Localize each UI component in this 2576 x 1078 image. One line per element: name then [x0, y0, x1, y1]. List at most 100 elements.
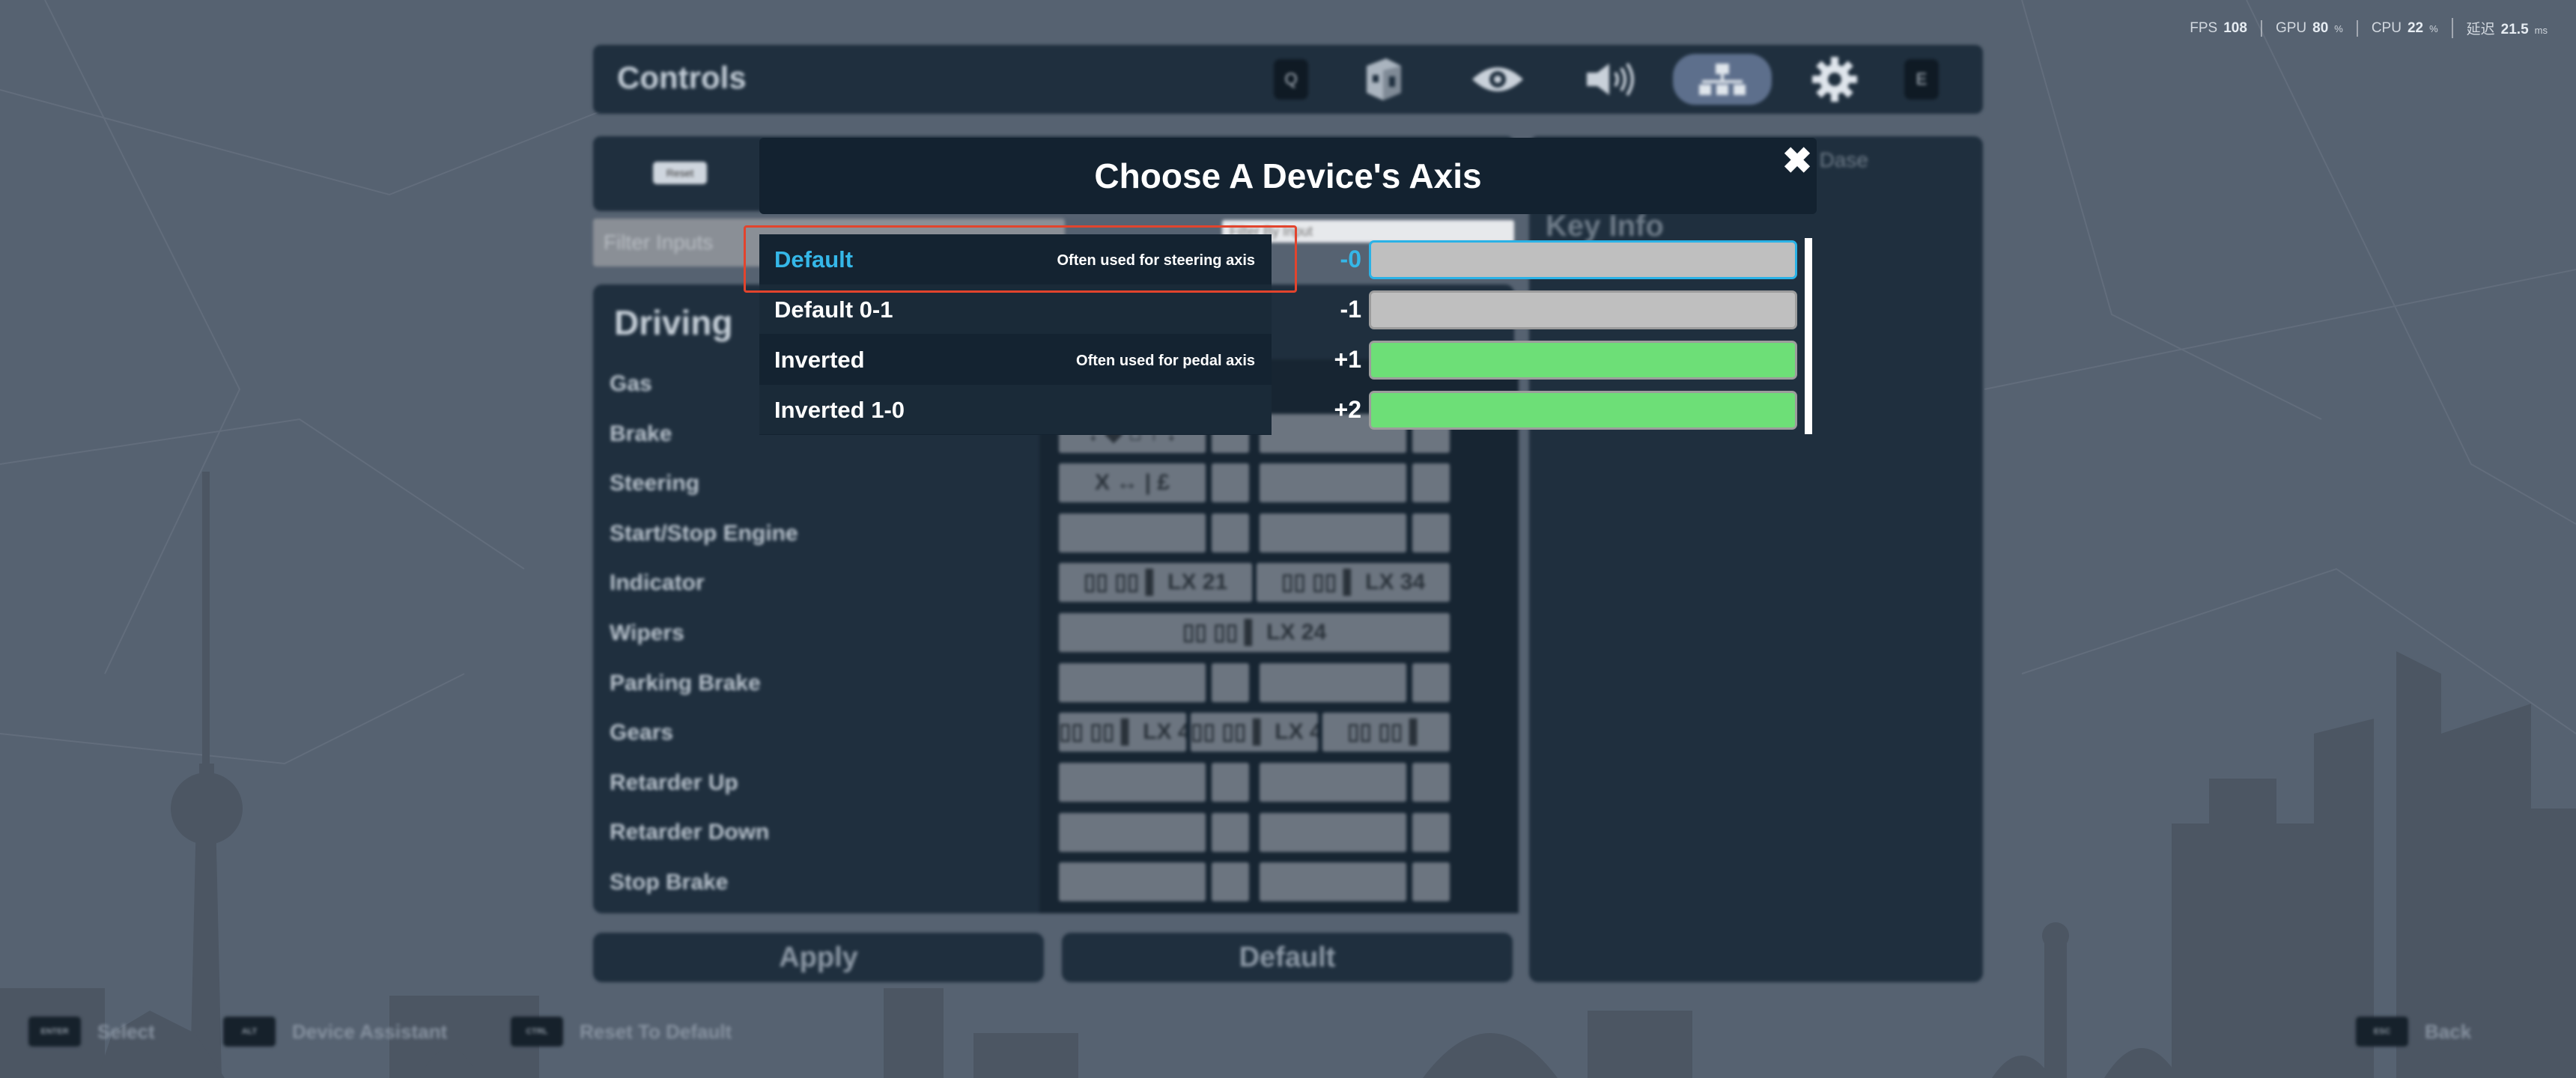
- window-title: Controls: [617, 60, 747, 95]
- alt-key-icon: ALT: [223, 1017, 276, 1047]
- action-indicator[interactable]: Indicator: [593, 558, 1042, 609]
- axis-value: -1: [1340, 296, 1361, 323]
- binding-parking-mod[interactable]: [1212, 663, 1249, 702]
- axis-value: +1: [1334, 346, 1361, 373]
- speaker-icon: [1587, 62, 1634, 97]
- binding-stop-secondary[interactable]: [1260, 862, 1406, 901]
- axis-dialog-header: Choose A Device's Axis: [759, 138, 1817, 214]
- binding-retdown-primary[interactable]: [1059, 813, 1206, 852]
- hint-select[interactable]: ENTER Select: [28, 1017, 155, 1047]
- axis-option-inverted-1-0[interactable]: Inverted 1-0: [759, 385, 1272, 434]
- dialog-scrollbar[interactable]: [1805, 238, 1812, 434]
- binding-parking-secondary[interactable]: [1260, 663, 1406, 702]
- action-gears[interactable]: Gears: [593, 708, 1042, 758]
- action-wipers[interactable]: Wipers: [593, 609, 1042, 659]
- action-stop-brake[interactable]: Stop Brake: [593, 858, 1042, 908]
- action-retarder-up[interactable]: Retarder Up: [593, 758, 1042, 808]
- binding-row-indicator: ▯▯ ▯▯ ▌ LX 21 ▯▯ ▯▯ ▌ LX 34: [1059, 563, 1450, 602]
- binding-retdown-mod2[interactable]: [1412, 813, 1450, 852]
- dialog-title: Choose A Device's Axis: [1094, 156, 1482, 195]
- hint-back-label: Back: [2425, 1020, 2472, 1043]
- reset-key-chip[interactable]: Reset: [653, 162, 707, 184]
- binding-start-secondary[interactable]: [1260, 514, 1406, 552]
- binding-retdown-secondary[interactable]: [1260, 813, 1406, 852]
- default-button[interactable]: Default: [1062, 933, 1513, 982]
- action-steering[interactable]: Steering: [593, 459, 1042, 509]
- binding-indicator-b[interactable]: ▯▯ ▯▯ ▌ LX 34: [1257, 563, 1450, 602]
- binding-retup-mod[interactable]: [1212, 763, 1249, 802]
- binding-parking-primary[interactable]: [1059, 663, 1206, 702]
- eye-icon: [1472, 67, 1523, 91]
- q-key-icon: Q: [1274, 59, 1308, 100]
- binding-steering-secondary[interactable]: [1260, 463, 1406, 502]
- binding-stop-mod[interactable]: [1212, 862, 1249, 901]
- option-name: Inverted 1-0: [774, 397, 905, 423]
- binding-retup-secondary[interactable]: [1260, 763, 1406, 802]
- binding-retup-mod2[interactable]: [1412, 763, 1450, 802]
- hint-reset-default[interactable]: CTRL Reset To Default: [511, 1017, 732, 1047]
- ctrl-key-icon: CTRL: [511, 1017, 563, 1047]
- tab-device[interactable]: [1357, 54, 1409, 105]
- latency-readout: 延迟 21.5 ms: [2451, 18, 2561, 38]
- bindings-column: ↓ ◆ ⌂ ↑ ↓ X ↔ | £ ▯▯ ▯▯ ▌ LX 21 ▯▯ ▯▯ ▌ …: [1039, 359, 1519, 913]
- hint-device-assistant[interactable]: ALT Device Assistant: [223, 1017, 447, 1047]
- option-name: Default 0-1: [774, 296, 893, 323]
- binding-start-mod2[interactable]: [1412, 514, 1450, 552]
- e-key-icon: E: [1904, 59, 1939, 100]
- binding-steering-mod[interactable]: [1212, 463, 1249, 502]
- binding-stop-primary[interactable]: [1059, 862, 1206, 901]
- tab-prev-q[interactable]: Q: [1270, 54, 1312, 105]
- controller-device-icon: [1367, 58, 1401, 100]
- axis-level-bar: [1369, 290, 1797, 329]
- hint-reset-default-label: Reset To Default: [580, 1020, 732, 1043]
- binding-row-start-stop: [1059, 514, 1450, 552]
- axis-option-inverted[interactable]: Inverted Often used for pedal axis: [759, 335, 1272, 384]
- binding-row-stop-brake: [1059, 862, 1450, 901]
- hint-device-assistant-label: Device Assistant: [292, 1020, 448, 1043]
- binding-stop-mod2[interactable]: [1412, 862, 1450, 901]
- binding-start-primary[interactable]: [1059, 514, 1206, 552]
- enter-key-icon: ENTER: [28, 1017, 81, 1047]
- axis-value-row-default: -0: [1272, 235, 1805, 284]
- binding-parking-mod2[interactable]: [1412, 663, 1450, 702]
- tab-controls[interactable]: [1673, 54, 1772, 105]
- action-retarder-down[interactable]: Retarder Down: [593, 808, 1042, 858]
- binding-row-retarder-down: [1059, 813, 1450, 852]
- binding-row-gears: ▯▯ ▯▯ ▌ LX 47 ▯▯ ▯▯ ▌ LX 46 ▯▯ ▯▯ ▌: [1059, 713, 1450, 752]
- tab-next-e[interactable]: E: [1901, 54, 1942, 105]
- binding-wipers[interactable]: ▯▯ ▯▯ ▌ LX 24: [1059, 613, 1450, 652]
- tab-audio[interactable]: [1580, 54, 1640, 105]
- binding-retup-primary[interactable]: [1059, 763, 1206, 802]
- binding-gears-b[interactable]: ▯▯ ▯▯ ▌ LX 46: [1191, 713, 1318, 752]
- axis-level-bar: [1369, 391, 1797, 430]
- gear-icon: [1812, 57, 1857, 102]
- binding-retdown-mod[interactable]: [1212, 813, 1249, 852]
- action-start-stop-engine[interactable]: Start/Stop Engine: [593, 509, 1042, 559]
- binding-gears-a[interactable]: ▯▯ ▯▯ ▌ LX 47: [1059, 713, 1186, 752]
- binding-start-mod[interactable]: [1212, 514, 1249, 552]
- hint-select-label: Select: [97, 1020, 155, 1043]
- binding-steering-mod2[interactable]: [1412, 463, 1450, 502]
- axis-level-fill: [1371, 393, 1795, 427]
- binding-row-steering: X ↔ | £: [1059, 463, 1450, 502]
- apply-button[interactable]: Apply: [593, 933, 1044, 982]
- axis-level-bar: [1369, 341, 1797, 380]
- axis-value: +2: [1334, 396, 1361, 423]
- close-button[interactable]: ✖: [1779, 144, 1815, 180]
- axis-value: -0: [1340, 246, 1361, 272]
- performance-overlay: FPS 108 GPU 80 % CPU 22 % 延迟 21.5 ms: [2176, 18, 2561, 38]
- action-list: Gas Brake Steering Start/Stop Engine Ind…: [593, 359, 1042, 908]
- axis-level-fill: [1371, 343, 1795, 377]
- binding-steering-primary[interactable]: X ↔ | £: [1059, 463, 1206, 502]
- cpu-readout: CPU 22 %: [2356, 19, 2452, 37]
- action-parking-brake[interactable]: Parking Brake: [593, 659, 1042, 709]
- tab-settings[interactable]: [1805, 54, 1865, 105]
- axis-value-row-inverted-1-0: +2: [1272, 386, 1805, 435]
- binding-row-parking: [1059, 663, 1450, 702]
- tab-view[interactable]: [1468, 54, 1528, 105]
- binding-indicator-a[interactable]: ▯▯ ▯▯ ▌ LX 21: [1059, 563, 1252, 602]
- controls-hierarchy-icon: [1699, 64, 1746, 95]
- gpu-readout: GPU 80 %: [2260, 19, 2357, 37]
- binding-gears-c[interactable]: ▯▯ ▯▯ ▌: [1322, 713, 1450, 752]
- hint-back[interactable]: ESC Back: [2356, 1017, 2471, 1047]
